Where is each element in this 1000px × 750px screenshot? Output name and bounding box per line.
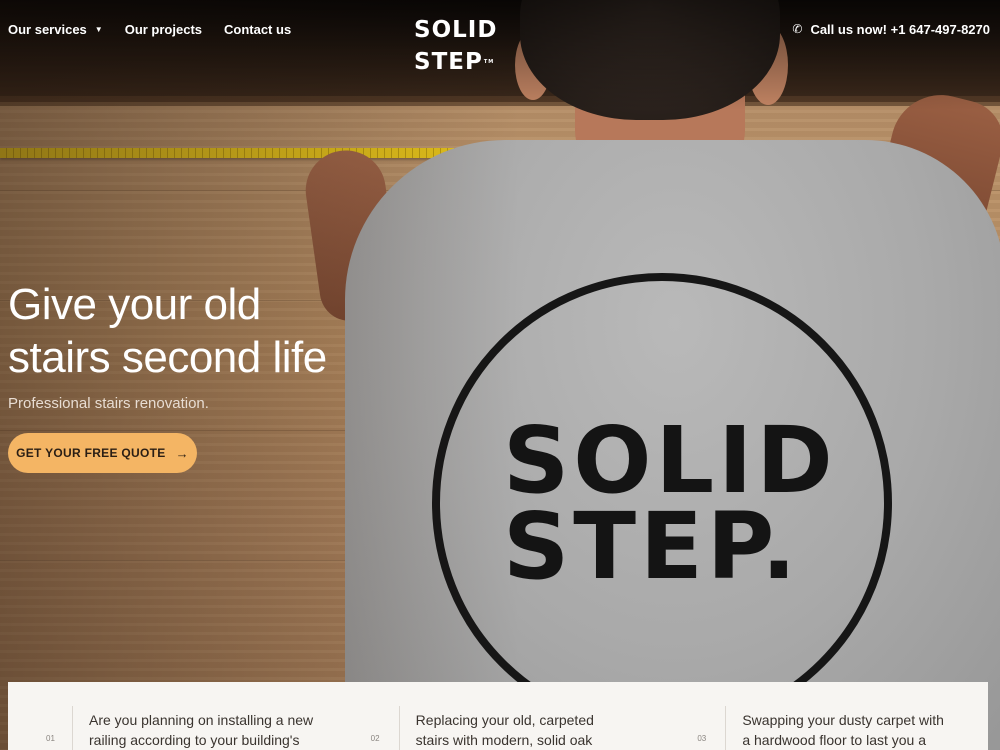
nav-our-projects[interactable]: Our projects [125, 22, 202, 37]
service-number: 03 [697, 734, 707, 743]
hero-title-line2: stairs second life [8, 333, 327, 382]
service-text-line1: Are you planning on installing a new [89, 712, 314, 728]
nav-our-services-label: Our services [8, 21, 87, 37]
service-text: Replacing your old, carpeted stairs with… [400, 682, 660, 750]
hero-subtitle: Professional stairs renovation. [8, 395, 209, 412]
brand-name: SOLID STEP [414, 17, 498, 75]
arrow-right-icon: → [175, 445, 189, 461]
service-text-line2: stairs with modern, solid oak [415, 732, 593, 748]
services-strip: 01 Are you planning on installing a new … [8, 682, 988, 750]
service-card[interactable]: 02 Replacing your old, carpeted stairs w… [335, 682, 662, 750]
service-number: 02 [370, 734, 380, 743]
main-nav: Our services ▼ Our projects Contact us [8, 18, 313, 40]
shirt-logo: SOLID STEP. [503, 415, 833, 600]
get-free-quote-button[interactable]: GET YOUR FREE QUOTE → [8, 433, 197, 473]
nav-contact-us[interactable]: Contact us [224, 22, 291, 37]
phone-label: Call us now! +1 647-497-8270 [810, 21, 990, 37]
phone-icon: ✆ [792, 22, 803, 36]
service-text-line1: Swapping your dusty carpet with [742, 712, 944, 728]
service-card[interactable]: 01 Are you planning on installing a new … [8, 682, 335, 750]
call-us-link[interactable]: ✆ Call us now! +1 647-497-8270 [792, 18, 990, 40]
brand-logo[interactable]: SOLID STEPTM [414, 14, 582, 75]
hero-title: Give your old stairs second life [8, 278, 408, 384]
shirt-logo-line2: STEP. [503, 493, 801, 600]
service-text: Swapping your dusty carpet with a hardwo… [726, 682, 986, 750]
hero-title-line1: Give your old [8, 280, 261, 329]
service-card[interactable]: 03 Swapping your dusty carpet with a har… [661, 682, 988, 750]
chevron-down-icon: ▼ [94, 24, 103, 34]
service-text-line2: railing according to your building's [89, 732, 300, 748]
service-number: 01 [46, 734, 55, 743]
service-text-line1: Replacing your old, carpeted [415, 712, 594, 728]
cta-label: GET YOUR FREE QUOTE [16, 446, 166, 460]
service-text: Are you planning on installing a new rai… [73, 682, 333, 750]
nav-our-services[interactable]: Our services ▼ [8, 22, 103, 37]
service-text-line2: a hardwood floor to last you a [742, 732, 927, 748]
trademark-mark: TM [483, 59, 495, 65]
